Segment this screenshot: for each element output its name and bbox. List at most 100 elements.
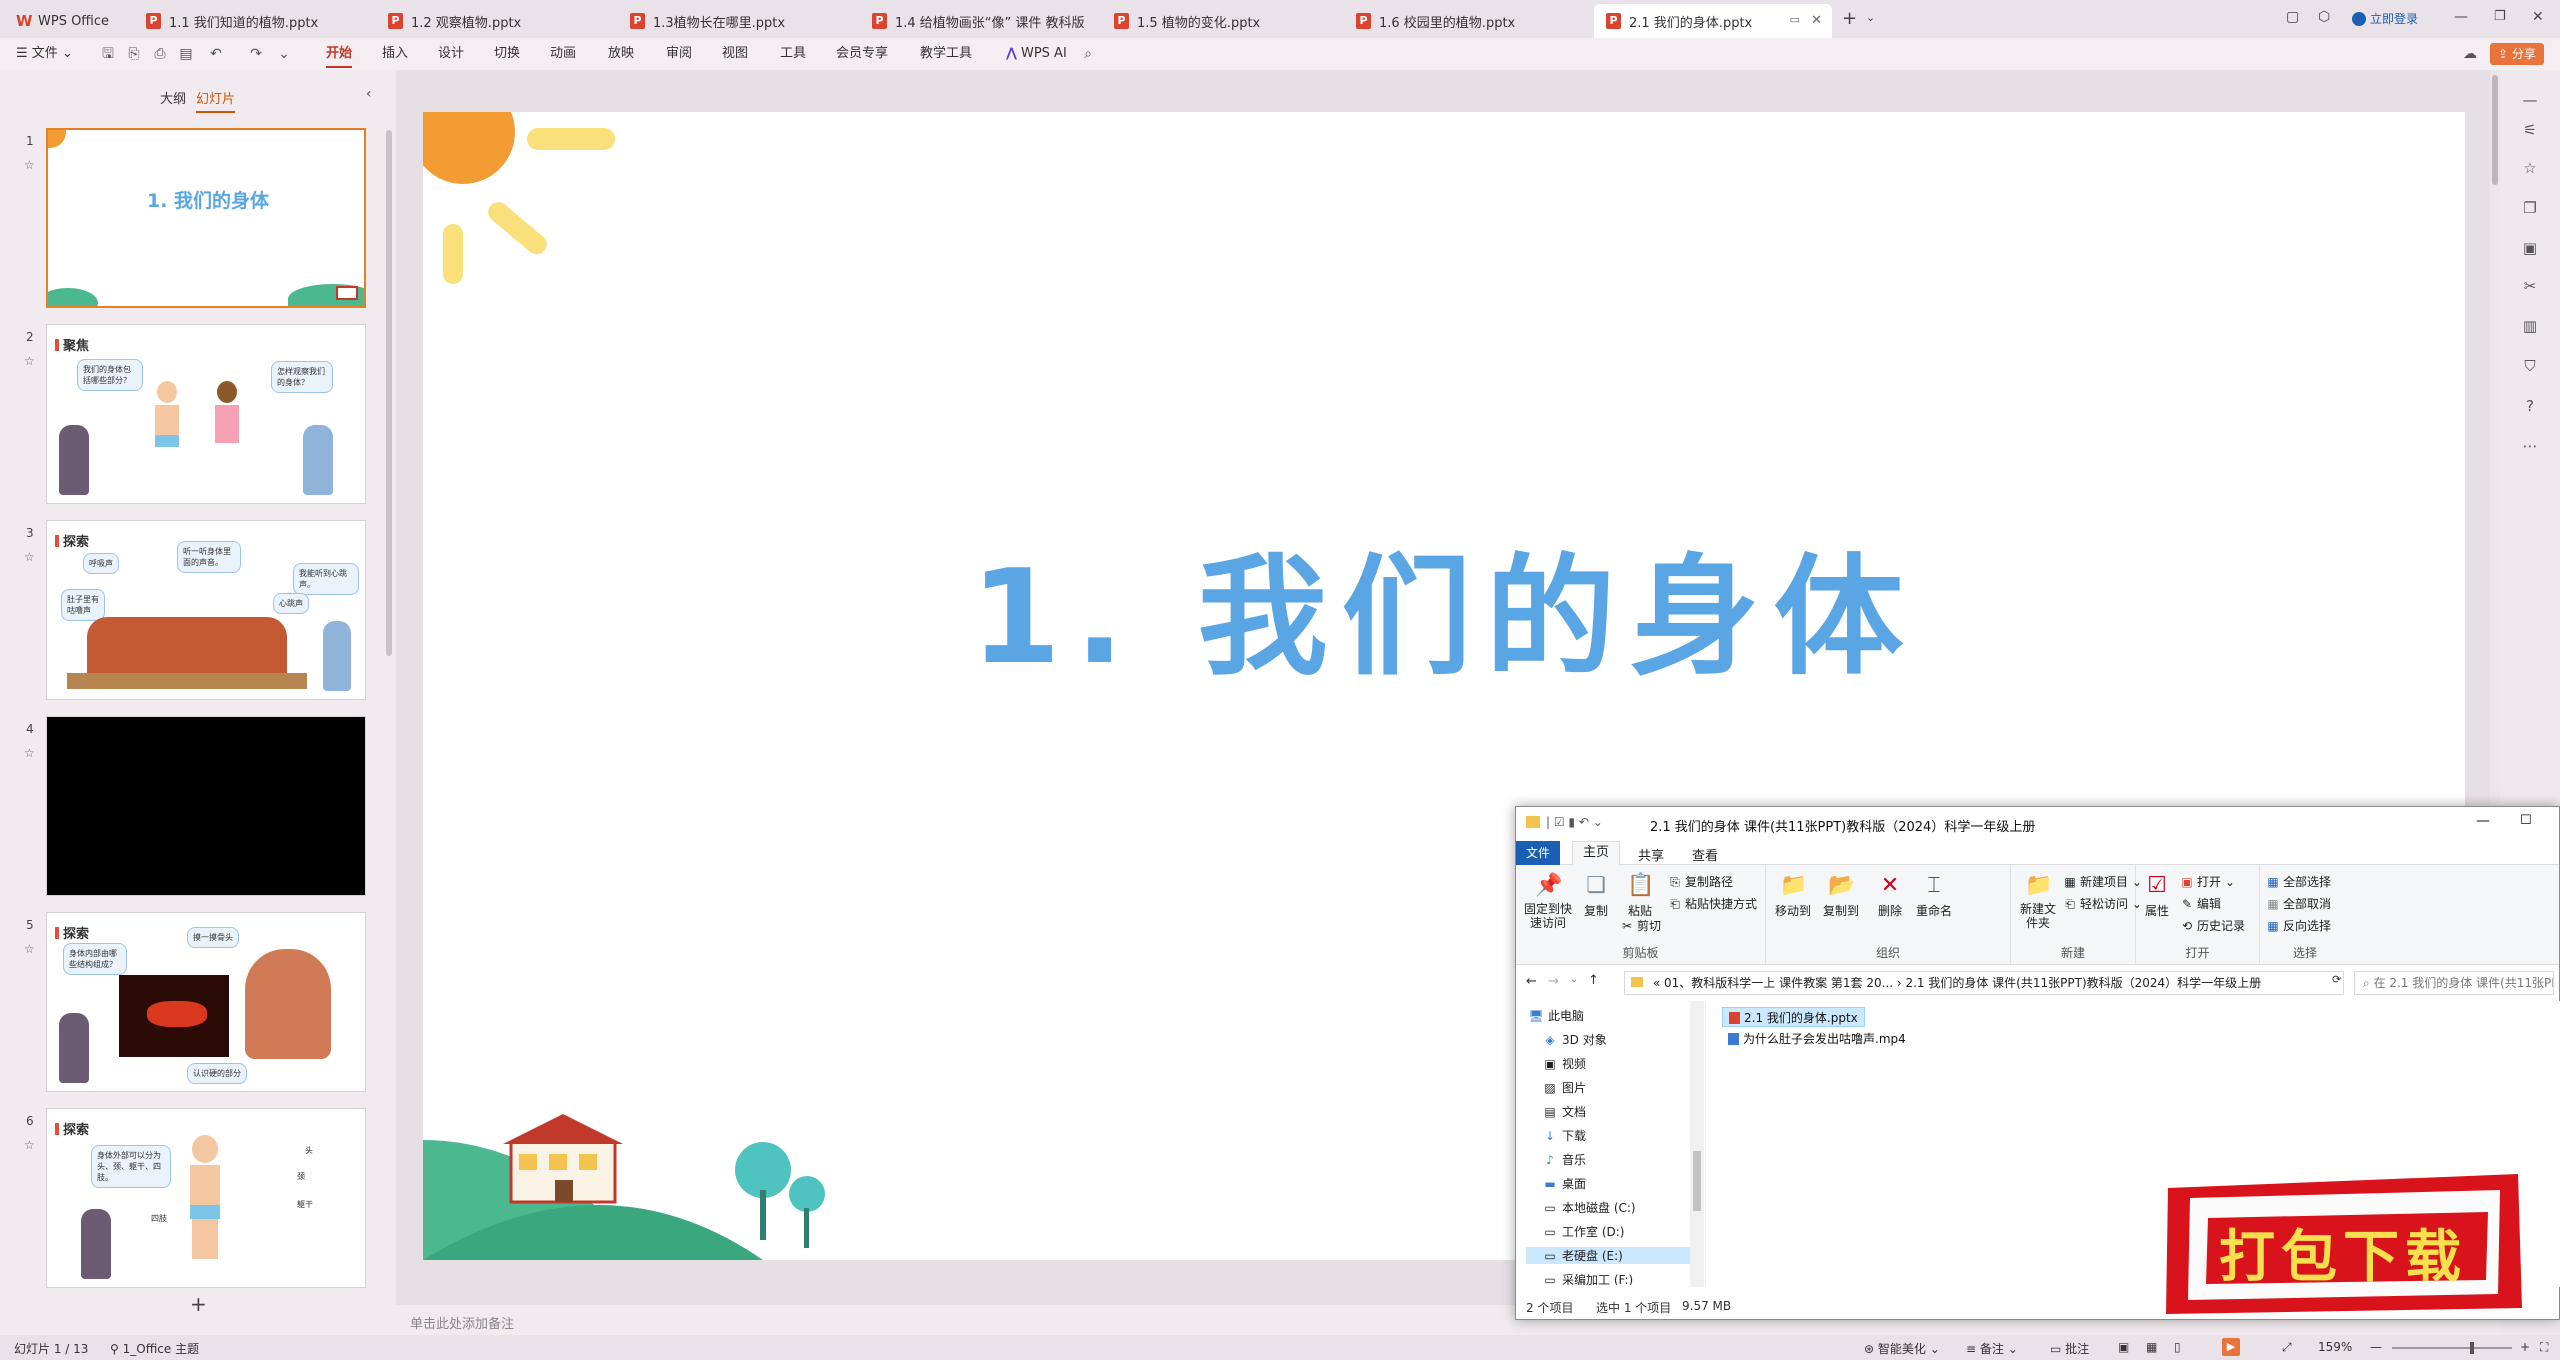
tab-share[interactable]: 共享 (1638, 845, 1664, 864)
slide-thumbnail[interactable]: 探索 身体外部可以分为头、颈、躯干、四肢。 头 颈 躯干 四肢 (46, 1108, 366, 1288)
beautify-button[interactable]: ⊛ 智能美化 ⌄ (1864, 1340, 1940, 1357)
pin-quick-access-button[interactable]: 📌 固定到快速访问 (1522, 873, 1574, 930)
copy-icon[interactable]: ❐ (2520, 198, 2540, 218)
tab-document[interactable]: P 1.5 植物的变化.pptx (1102, 4, 1342, 38)
history-button[interactable]: ⟲ 历史记录 (2180, 917, 2245, 934)
zoom-slider[interactable] (2392, 1347, 2512, 1349)
redo-icon[interactable]: ↷ (248, 46, 264, 62)
plus-icon[interactable]: + (190, 1292, 207, 1316)
new-item-button[interactable]: ▦ 新建项目 ⌄ (2063, 873, 2142, 890)
tab-file[interactable]: 文件 (1516, 841, 1560, 865)
tools-icon[interactable]: ✂ (2520, 276, 2540, 296)
easy-access-button[interactable]: ⎗ 轻松访问 ⌄ (2063, 895, 2142, 912)
slide-title[interactable]: 1. 我们的身体 (423, 512, 2465, 700)
undo-icon[interactable]: ↶ (208, 46, 224, 62)
rename-button[interactable]: ⌶ 重命名 (1912, 873, 1956, 919)
select-none-button[interactable]: ▦ 全部取消 (2266, 895, 2331, 912)
share-button[interactable]: ⇪ 分享 (2490, 43, 2544, 65)
nav-item-pictures[interactable]: ▨ 图片 (1542, 1079, 1586, 1096)
minimize-icon[interactable]: — (2476, 813, 2490, 829)
address-input[interactable]: « 01、教科版科学一上 课件教案 第1套 20... › 2.1 我们的身体 … (1624, 971, 2344, 995)
restore-icon[interactable]: ❐ (2494, 9, 2506, 24)
print-preview-icon[interactable]: ▤ (178, 46, 194, 62)
file-item[interactable]: 2.1 我们的身体.pptx (1722, 1007, 1865, 1027)
menu-view[interactable]: 视图 (722, 38, 748, 70)
open-button[interactable]: ▣ 打开 ⌄ (2180, 873, 2235, 890)
menu-tools[interactable]: 工具 (780, 38, 806, 70)
cloud-sync-icon[interactable]: ☁ (2462, 46, 2478, 62)
tab-home[interactable]: 主页 (1572, 841, 1621, 866)
edit-button[interactable]: ✎ 编辑 (2180, 895, 2221, 912)
reading-view-icon[interactable]: ▯ (2174, 1340, 2181, 1354)
collapse-panel-icon[interactable]: ‹ (366, 86, 372, 102)
menu-transition[interactable]: 切换 (494, 38, 520, 70)
nav-item-drive-f[interactable]: ▭ 采编加工 (F:) (1542, 1271, 1633, 1285)
maximize-icon[interactable]: ☐ (2520, 813, 2532, 828)
file-menu[interactable]: ☰ 文件 ⌄ (16, 38, 73, 70)
star-icon[interactable]: ☆ (24, 158, 35, 172)
tab-outline[interactable]: 大纲 (160, 88, 186, 107)
sorter-view-icon[interactable]: ▦ (2146, 1340, 2157, 1354)
quick-access-toolbar-icons[interactable]: | ☑ ▮ ↶ ⌄ (1546, 815, 1603, 829)
move-to-button[interactable]: 📁 移动到 (1770, 873, 1816, 919)
nav-item-this-pc[interactable]: 🖥 此电脑 (1528, 1007, 1584, 1024)
new-tab-icon[interactable]: + (1842, 8, 1857, 29)
print-icon[interactable]: ⎙ (152, 46, 168, 62)
tab-document-active[interactable]: P 2.1 我们的身体.pptx ▭ ✕ (1594, 4, 1832, 38)
tab-slides[interactable]: 幻灯片 (196, 88, 236, 113)
book-icon[interactable]: ▥ (2520, 316, 2540, 336)
forward-arrow-icon[interactable]: → (1548, 974, 1559, 989)
zoom-slider-thumb[interactable] (2470, 1342, 2474, 1354)
theme-name[interactable]: ⚲ 1_Office 主题 (110, 1340, 199, 1357)
comments-button[interactable]: ▭ 批注 (2050, 1340, 2089, 1357)
more-icon[interactable]: ⋯ (2520, 436, 2540, 456)
copy-to-button[interactable]: 📂 复制到 (1818, 873, 1864, 919)
new-folder-button[interactable]: 📁 新建文件夹 (2015, 873, 2061, 930)
file-item[interactable]: 为什么肚子会发出咕噜声.mp4 (1722, 1029, 1912, 1049)
menu-insert[interactable]: 插入 (382, 38, 408, 70)
search-input[interactable]: ⌕ 在 2.1 我们的身体 课件(共11张PPT... (2354, 971, 2554, 995)
slide-thumbnail[interactable]: 探索 身体内部由哪些结构组成？ 摸一摸骨头 认识硬的部分 (46, 912, 366, 1092)
cut-button[interactable]: ✂ 剪切 (1620, 917, 1661, 934)
search-icon[interactable]: ⌕ (1080, 46, 1096, 62)
fit-window-icon[interactable]: ⛶ (2540, 1340, 2548, 1355)
paste-shortcut-button[interactable]: ⎗ 粘贴快捷方式 (1668, 895, 1757, 912)
tab-wps-home[interactable]: W WPS Office (4, 4, 134, 38)
help-icon[interactable]: ? (2520, 396, 2540, 416)
star-icon[interactable]: ☆ (24, 1138, 35, 1152)
star-icon[interactable]: ☆ (24, 746, 35, 760)
zoom-out-icon[interactable]: — (2370, 1340, 2382, 1354)
export-icon[interactable]: ⎘ (126, 46, 142, 62)
tab-document[interactable]: P 1.4 给植物画张“像” 课件 教科版 (860, 4, 1100, 38)
invert-selection-button[interactable]: ▦ 反向选择 (2266, 917, 2331, 934)
nav-item-drive-c[interactable]: ▭ 本地磁盘 (C:) (1542, 1199, 1635, 1216)
slide-thumbnail[interactable]: 探索 呼吸声 听一听身体里面的声音。 肚子里有咕噜声 我能听到心跳声。 心跳声 (46, 520, 366, 700)
star-icon[interactable]: ☆ (24, 550, 35, 564)
menu-home[interactable]: 开始 (326, 38, 353, 70)
zoom-in-icon[interactable]: + (2520, 1340, 2530, 1354)
collapse-icon[interactable]: — (2520, 90, 2540, 110)
adjust-icon[interactable]: ⚟ (2520, 120, 2540, 140)
normal-view-icon[interactable]: ▣ (2118, 1340, 2129, 1354)
slide-thumbnail[interactable]: 1. 我们的身体 (46, 128, 366, 308)
copy-path-button[interactable]: ⎘ 复制路径 (1668, 873, 1733, 890)
nav-item-music[interactable]: ♪ 音乐 (1542, 1151, 1586, 1168)
fit-icon[interactable]: ⤢ (2282, 1340, 2292, 1355)
zoom-level[interactable]: 159% (2318, 1340, 2352, 1354)
tab-document[interactable]: P 1.1 我们知道的植物.pptx (134, 4, 374, 38)
pin-icon[interactable]: ▭ (1790, 13, 1800, 26)
slide-thumbnail-video[interactable] (46, 716, 366, 896)
customize-chevron-icon[interactable]: ⌄ (276, 46, 292, 62)
nav-item-drive-d[interactable]: ▭ 工作室 (D:) (1542, 1223, 1624, 1240)
minimize-icon[interactable]: — (2454, 9, 2468, 25)
save-icon[interactable]: 🖫 (100, 46, 116, 62)
nav-item-desktop[interactable]: ▬ 桌面 (1542, 1175, 1586, 1192)
window-mode-icon[interactable]: ▢ (2286, 9, 2299, 25)
up-arrow-icon[interactable]: ↑ (1588, 973, 1599, 988)
star-icon[interactable]: ☆ (2520, 158, 2540, 178)
delete-button[interactable]: ✕ 删除 (1870, 873, 1910, 919)
properties-button[interactable]: ☑ 属性 (2140, 873, 2174, 919)
tab-view[interactable]: 查看 (1692, 845, 1718, 864)
tab-document[interactable]: P 1.3植物长在哪里.pptx (618, 4, 858, 38)
panel-scrollbar[interactable] (386, 130, 392, 656)
